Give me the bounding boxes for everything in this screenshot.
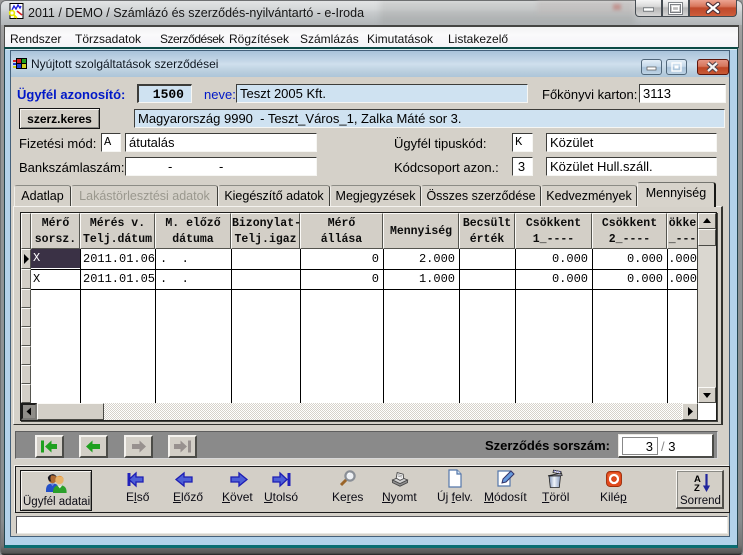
svg-text:Z: Z	[694, 483, 700, 494]
